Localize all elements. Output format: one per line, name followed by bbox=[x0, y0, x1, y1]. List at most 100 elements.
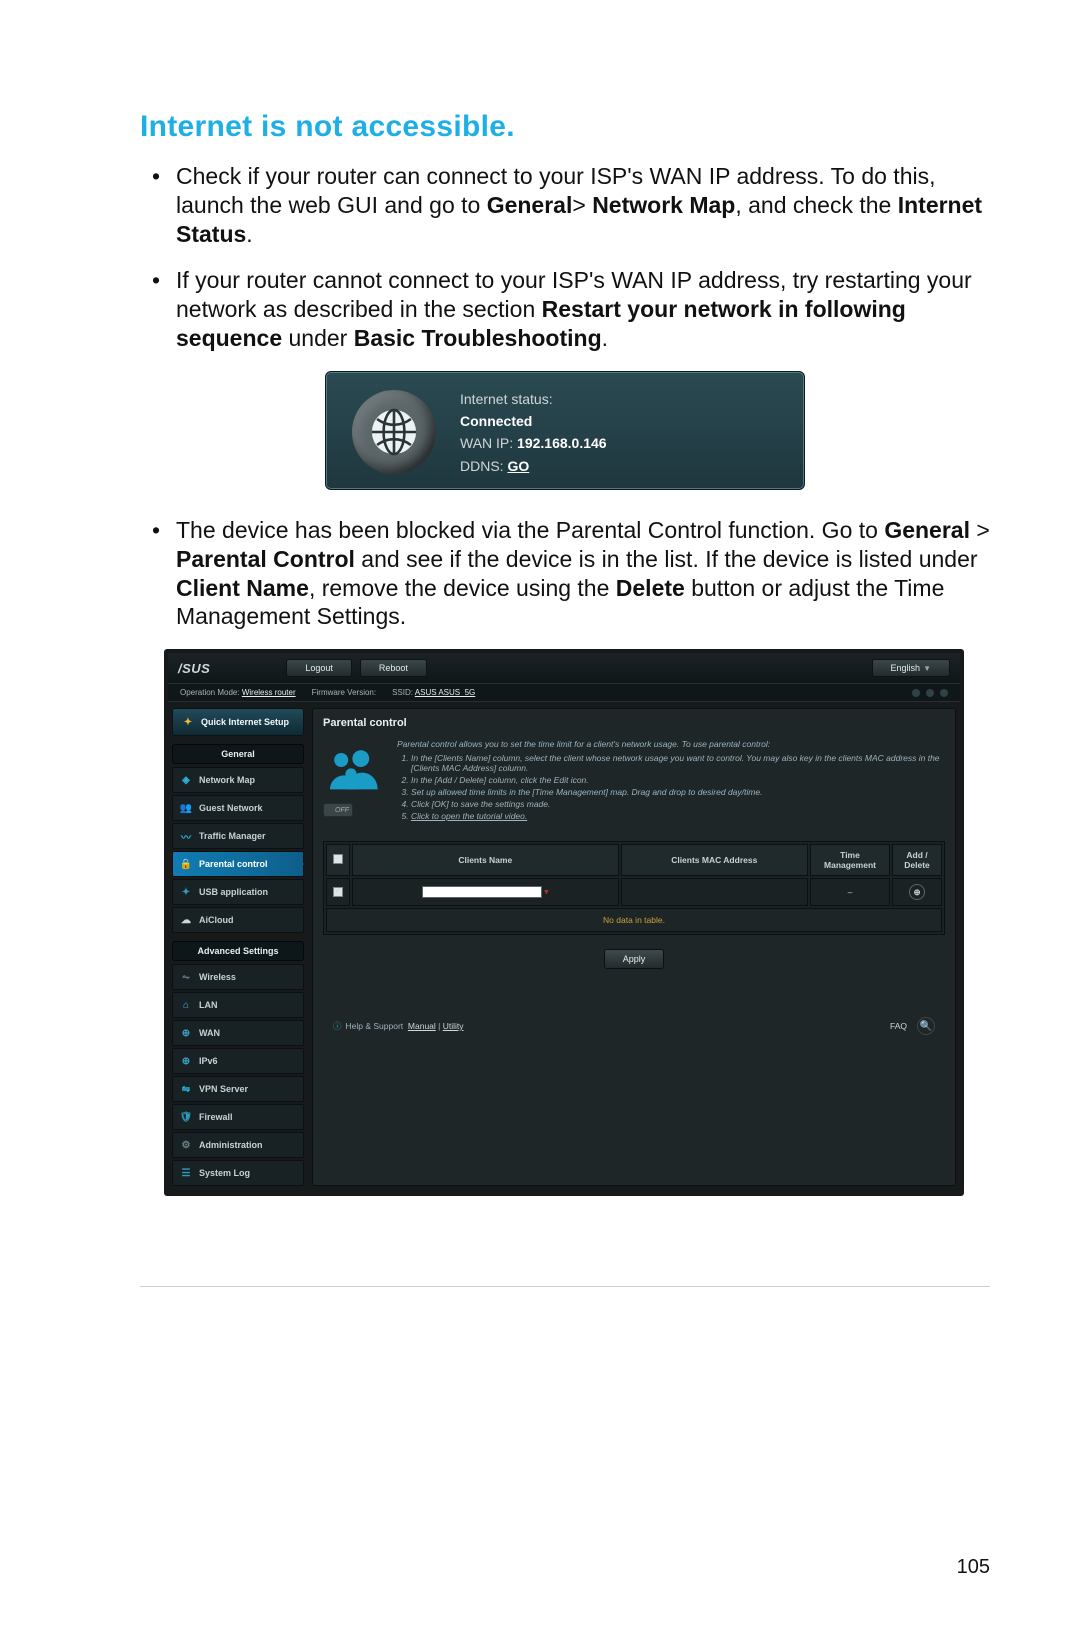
wireless-icon: ⏦ bbox=[179, 970, 193, 984]
usb-application-icon: ✦ bbox=[179, 885, 193, 899]
sidebar-item-system-log[interactable]: ☰ System Log bbox=[172, 1160, 304, 1186]
quick-internet-setup-button[interactable]: ✦ Quick Internet Setup bbox=[172, 708, 304, 736]
instruction-step: Click [OK] to save the settings made. bbox=[411, 799, 945, 809]
parental-control-icon: 🔒 bbox=[179, 857, 193, 871]
sidebar-item-label: Network Map bbox=[199, 775, 255, 785]
section-heading: Internet is not accessible. bbox=[140, 110, 990, 144]
sidebar-item-label: AiCloud bbox=[199, 915, 234, 925]
sidebar-item-network-map[interactable]: ◈ Network Map bbox=[172, 767, 304, 793]
instruction-step: Set up allowed time limits in the [Time … bbox=[411, 787, 945, 797]
op-mode-link[interactable]: Wireless router bbox=[242, 688, 296, 697]
ssid-value: ASUS ASUS_5G bbox=[415, 688, 475, 697]
col-clients-name: Clients Name bbox=[352, 844, 619, 876]
no-data-row: No data in table. bbox=[326, 908, 942, 932]
guest-network-icon: 👥 bbox=[179, 801, 193, 815]
add-icon[interactable]: ⊕ bbox=[909, 884, 925, 900]
sidebar-item-label: Traffic Manager bbox=[199, 831, 266, 841]
utility-link[interactable]: Utility bbox=[443, 1021, 464, 1031]
ddns-label: DDNS: bbox=[460, 458, 507, 474]
sidebar-item-label: Administration bbox=[199, 1140, 263, 1150]
administration-icon: ⚙ bbox=[179, 1138, 193, 1152]
client-name-input[interactable] bbox=[422, 886, 542, 898]
sidebar-item-traffic-manager[interactable]: 〰 Traffic Manager bbox=[172, 823, 304, 849]
sidebar-item-label: WAN bbox=[199, 1028, 220, 1038]
sidebar-caption-general: General bbox=[172, 744, 304, 764]
sidebar-item-label: Wireless bbox=[199, 972, 236, 982]
sidebar-item-label: VPN Server bbox=[199, 1084, 248, 1094]
wanip-label: WAN IP: bbox=[460, 435, 517, 451]
lan-icon: ⌂ bbox=[179, 998, 193, 1012]
sidebar-item-wan[interactable]: ⊕ WAN bbox=[172, 1020, 304, 1046]
sidebar-item-wireless[interactable]: ⏦ Wireless bbox=[172, 964, 304, 990]
sidebar-item-label: Guest Network bbox=[199, 803, 263, 813]
row-checkbox[interactable] bbox=[333, 887, 343, 897]
bullet-2: If your router cannot connect to your IS… bbox=[148, 266, 990, 352]
col-clients-mac: Clients MAC Address bbox=[621, 844, 808, 876]
wan-icon: ⊕ bbox=[179, 1026, 193, 1040]
reboot-button[interactable]: Reboot bbox=[360, 659, 427, 677]
traffic-manager-icon: 〰 bbox=[179, 829, 193, 843]
system-log-icon: ☰ bbox=[179, 1166, 193, 1180]
panel-title: Parental control bbox=[323, 717, 945, 729]
family-icon: OFF bbox=[323, 739, 383, 825]
chevron-down-icon[interactable]: ▾ bbox=[544, 886, 548, 896]
ddns-go-link[interactable]: GO bbox=[507, 458, 529, 475]
search-icon[interactable]: 🔍 bbox=[917, 1017, 935, 1035]
router-main: Parental control OFF Parental co bbox=[312, 708, 956, 1186]
bullet-3: The device has been blocked via the Pare… bbox=[148, 516, 990, 631]
panel-description: OFF Parental control allows you to set t… bbox=[323, 739, 945, 825]
page-number: 105 bbox=[957, 1556, 990, 1579]
manual-link[interactable]: Manual bbox=[408, 1021, 436, 1031]
status-text: Internet status: Connected WAN IP: 192.1… bbox=[460, 388, 607, 478]
brand-logo: /SUS bbox=[178, 661, 210, 676]
parental-control-toggle[interactable]: OFF bbox=[323, 803, 353, 817]
sidebar-item-vpn-server[interactable]: ⇋ VPN Server bbox=[172, 1076, 304, 1102]
clients-table: Clients Name Clients MAC Address Time Ma… bbox=[323, 841, 945, 935]
sidebar-item-parental-control[interactable]: 🔒 Parental control bbox=[172, 851, 304, 877]
sidebar-item-lan[interactable]: ⌂ LAN bbox=[172, 992, 304, 1018]
page-rule bbox=[140, 1286, 990, 1287]
sidebar-item-administration[interactable]: ⚙ Administration bbox=[172, 1132, 304, 1158]
aicloud-icon: ☁ bbox=[179, 913, 193, 927]
select-all-checkbox[interactable] bbox=[333, 854, 343, 864]
bullet-list-2: The device has been blocked via the Pare… bbox=[140, 516, 990, 631]
sidebar-item-label: LAN bbox=[199, 1000, 218, 1010]
instruction-step: In the [Add / Delete] column, click the … bbox=[411, 775, 945, 785]
router-admin-panel: /SUS Logout Reboot English▼ Operation Mo… bbox=[164, 649, 964, 1196]
logout-button[interactable]: Logout bbox=[286, 659, 352, 677]
instruction-step: In the [Clients Name] column, select the… bbox=[411, 753, 945, 773]
tutorial-video-link[interactable]: Click to open the tutorial video. bbox=[411, 811, 945, 821]
bullet-1: Check if your router can connect to your… bbox=[148, 162, 990, 248]
wand-icon: ✦ bbox=[181, 715, 195, 729]
internet-status-card: Internet status: Connected WAN IP: 192.1… bbox=[325, 371, 805, 491]
ipv6-icon: ⊕ bbox=[179, 1054, 193, 1068]
router-header: /SUS Logout Reboot English▼ bbox=[168, 653, 960, 683]
faq-link[interactable]: FAQ bbox=[890, 1021, 907, 1031]
info-icon: ⓘ bbox=[333, 1020, 342, 1032]
col-time: Time Management bbox=[810, 844, 890, 876]
sidebar-item-label: Parental control bbox=[199, 859, 268, 869]
sidebar-item-label: Firewall bbox=[199, 1112, 233, 1122]
router-footer: ⓘ Help & Support Manual | Utility FAQ 🔍 bbox=[323, 1009, 945, 1043]
sidebar-item-usb-application[interactable]: ✦ USB application bbox=[172, 879, 304, 905]
firewall-icon: 🛡 bbox=[179, 1110, 193, 1124]
sidebar-item-ipv6[interactable]: ⊕ IPv6 bbox=[172, 1048, 304, 1074]
globe-icon bbox=[352, 390, 436, 474]
network-map-icon: ◈ bbox=[179, 773, 193, 787]
router-info-bar: Operation Mode: Wireless router Firmware… bbox=[168, 683, 960, 702]
col-add-delete: Add / Delete bbox=[892, 844, 942, 876]
sidebar-item-aicloud[interactable]: ☁ AiCloud bbox=[172, 907, 304, 933]
vpn-server-icon: ⇋ bbox=[179, 1082, 193, 1096]
apply-button[interactable]: Apply bbox=[604, 949, 664, 969]
sidebar-item-firewall[interactable]: 🛡 Firewall bbox=[172, 1104, 304, 1130]
status-value: Connected bbox=[460, 413, 532, 429]
status-indicator-icon bbox=[912, 689, 920, 697]
sidebar-item-guest-network[interactable]: 👥 Guest Network bbox=[172, 795, 304, 821]
sidebar-item-label: System Log bbox=[199, 1168, 250, 1178]
status-indicator-icon bbox=[926, 689, 934, 697]
sidebar-item-label: IPv6 bbox=[199, 1056, 218, 1066]
sidebar-item-label: USB application bbox=[199, 887, 268, 897]
wanip-value: 192.168.0.146 bbox=[517, 435, 607, 451]
status-label: Internet status: bbox=[460, 391, 553, 407]
language-select[interactable]: English▼ bbox=[872, 659, 950, 677]
